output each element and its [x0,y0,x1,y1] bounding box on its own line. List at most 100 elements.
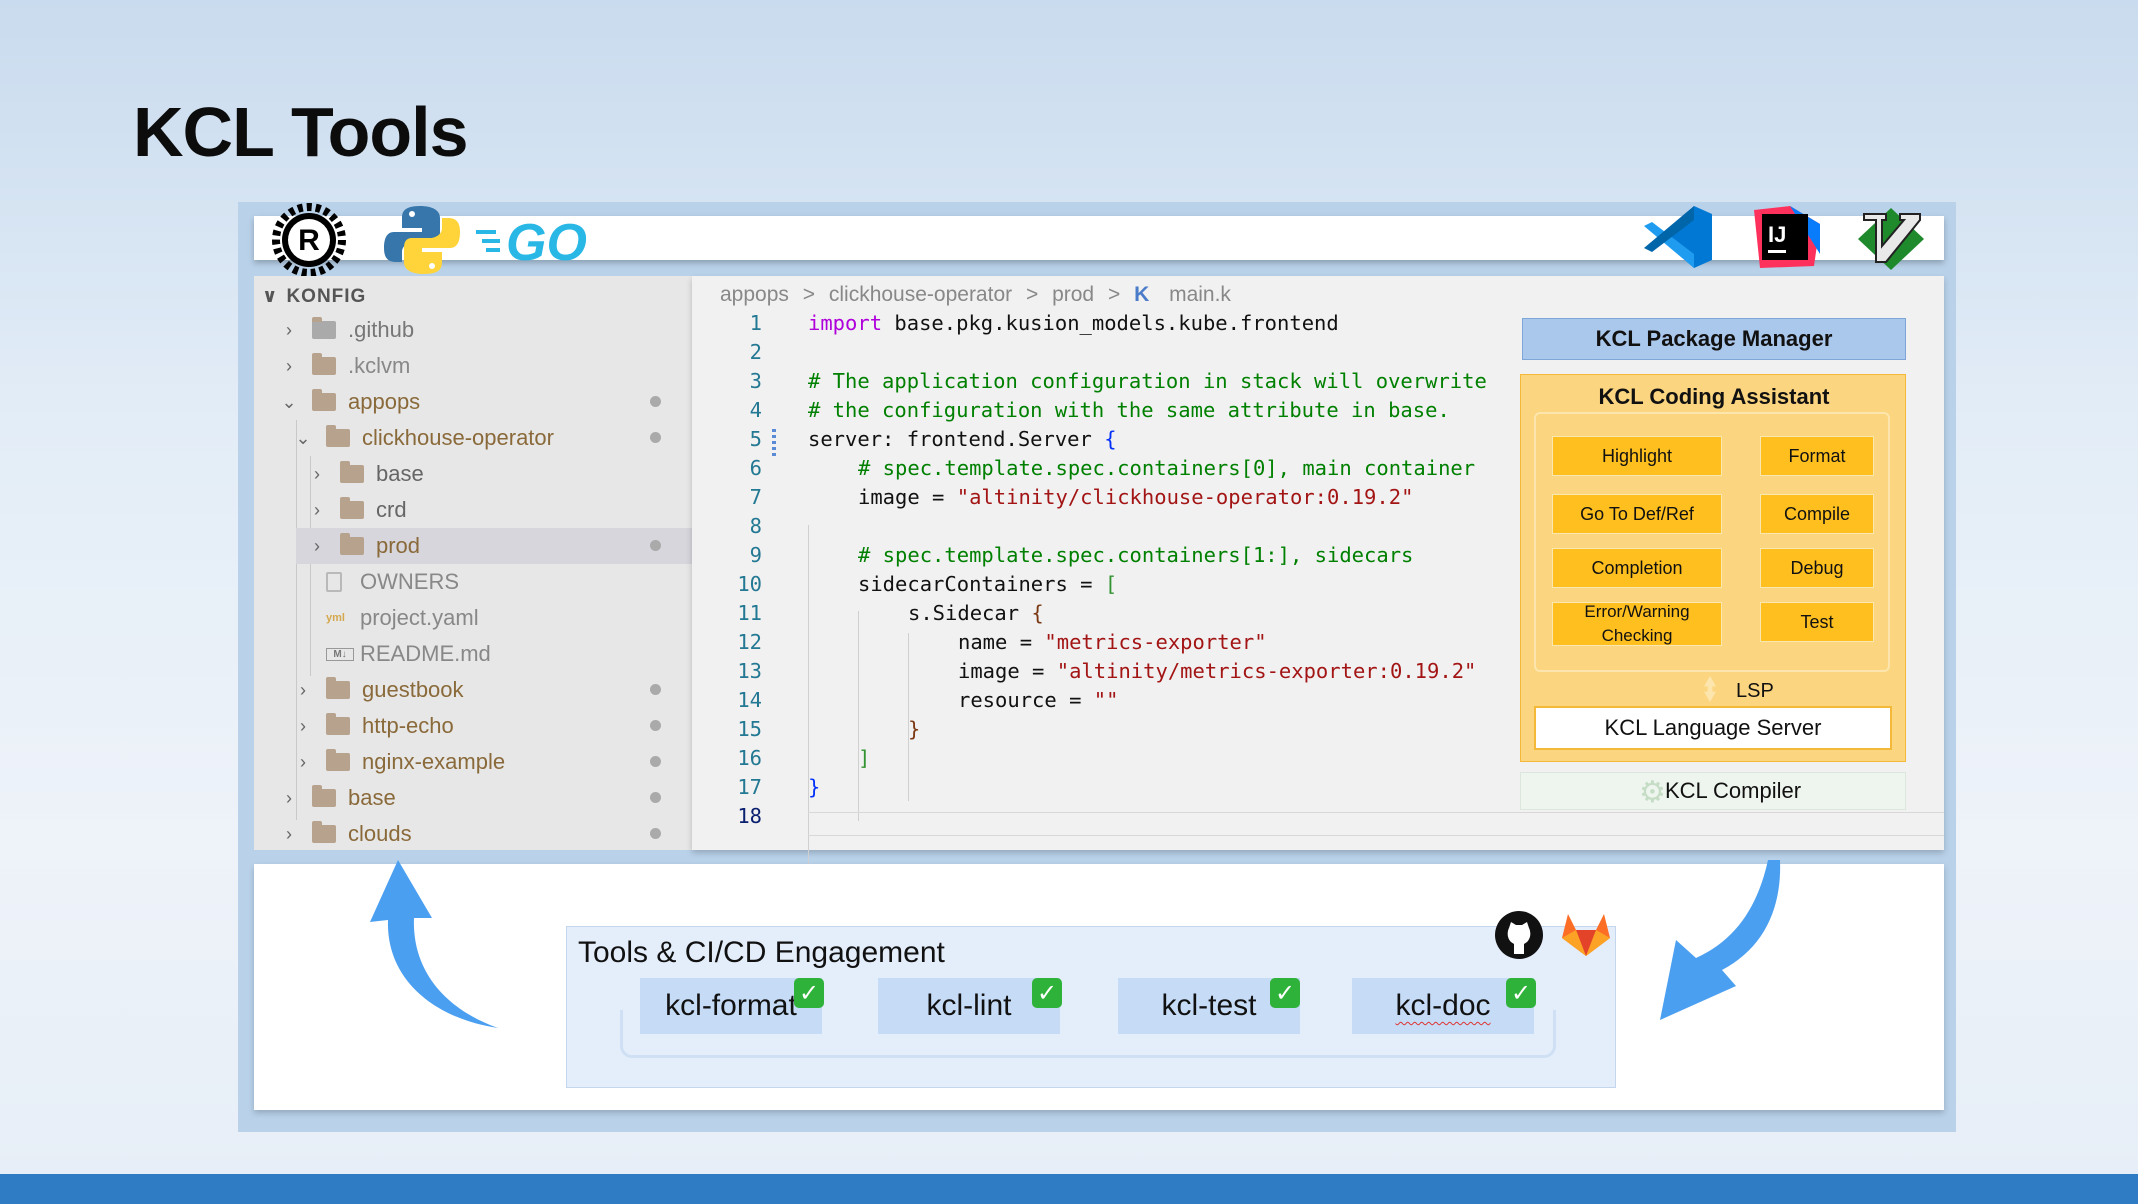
modified-indicator [650,756,661,767]
modified-indicator [650,828,661,839]
folder-icon [340,533,364,555]
line-number: 8 [749,514,762,538]
line-number: 1 [749,311,762,335]
code-line: # spec.template.spec.containers[1:], sid… [858,543,1414,567]
current-line-highlight [808,812,1944,836]
code-line: ] [858,746,871,770]
feature-error-checking: Error/Warning Checking [1552,602,1722,646]
coding-assistant-title: KCL Coding Assistant [1598,384,1830,409]
go-icon: GO [476,212,610,272]
chevron-right-icon: › [314,463,320,484]
feature-go-to-def: Go To Def/Ref [1552,494,1722,534]
python-icon [382,204,462,276]
line-number: 11 [737,601,762,625]
folder-icon [312,317,336,339]
markdown-file-icon: M↓ [326,647,354,661]
code-line: sidecarContainers = [ [858,572,1118,596]
folder-open-icon [312,389,336,411]
intellij-icon: IJ [1750,204,1822,270]
line-number: 16 [737,746,762,770]
breadcrumb-separator: > [802,283,816,306]
chevron-right-icon: › [300,679,306,700]
code-line: } [908,717,921,741]
github-icon [1494,910,1544,960]
line-number: 17 [737,775,762,799]
file-icon [326,572,342,592]
feature-completion: Completion [1552,548,1722,588]
line-number: 10 [737,572,762,596]
explorer-item-guestbook[interactable]: › guestbook [294,672,680,708]
breadcrumb-separator: > [1025,283,1039,306]
code-line: image = "altinity/clickhouse-operator:0.… [858,485,1414,509]
compiler-box: ⚙ KCL Compiler [1520,772,1906,810]
package-manager-box: KCL Package Manager [1522,318,1906,360]
explorer-item-clouds[interactable]: › clouds [280,816,680,852]
modified-indicator [650,540,661,551]
rust-icon: R [272,203,346,277]
chevron-right-icon: › [314,499,320,520]
gear-icon: ⚙ [1639,776,1666,809]
check-icon: ✓ [1032,978,1062,1008]
chevron-right-icon: › [286,823,292,844]
explorer-item-github[interactable]: › .github [280,312,680,348]
vscode-icon [1642,204,1714,270]
breadcrumb-item[interactable]: prod [1052,283,1094,306]
modified-indicator [650,720,661,731]
explorer-item-http-echo[interactable]: › http-echo [294,708,680,744]
explorer-item-nginx-example[interactable]: › nginx-example [294,744,680,780]
explorer-item-owners[interactable]: OWNERS [308,564,680,600]
lsp-label: LSP [1736,680,1774,702]
explorer-item-crd[interactable]: › crd [308,492,680,528]
explorer-item-project-yaml[interactable]: yml project.yaml [308,600,680,636]
svg-text:GO: GO [506,214,587,266]
explorer-item-clickhouse-operator[interactable]: ⌄ clickhouse-operator [294,420,680,456]
folder-icon [326,713,350,735]
modified-indicator [650,432,661,443]
yaml-file-icon: yml [326,612,345,624]
svg-text:R: R [298,224,320,257]
line-number: 12 [737,630,762,654]
modified-indicator [650,396,661,407]
gitlab-icon [1560,910,1612,958]
folder-icon [312,353,336,375]
line-number: 13 [737,659,762,683]
modified-indicator [650,684,661,695]
breadcrumb-item[interactable]: clickhouse-operator [829,283,1012,306]
explorer-item-readme[interactable]: M↓ README.md [308,636,680,672]
explorer-header[interactable]: ∨ KONFIG [262,285,366,308]
footer-bar [0,1174,2138,1204]
feature-format: Format [1760,436,1874,476]
explorer-item-base[interactable]: › base [308,456,680,492]
explorer-item-kclvm[interactable]: › .kclvm [280,348,680,384]
explorer-item-appops[interactable]: ⌄ appops [280,384,680,420]
chevron-down-icon: ⌄ [281,391,297,412]
feature-highlight: Highlight [1552,436,1722,476]
folder-icon [312,785,336,807]
line-number: 9 [749,543,762,567]
chevron-down-icon: ⌄ [295,427,311,448]
line-number: 6 [749,456,762,480]
folder-icon [340,497,364,519]
code-line: } [808,775,821,799]
folder-open-icon [326,425,350,447]
code-line: # the configuration with the same attrib… [808,398,1450,422]
chevron-right-icon: › [300,751,306,772]
slide-title: KCL Tools [133,93,469,171]
kcl-file-icon: K [1134,283,1150,306]
explorer-item-prod[interactable]: › prod [296,528,692,564]
folder-icon [312,821,336,843]
vim-icon [1856,206,1926,272]
svg-text:IJ: IJ [1768,222,1786,247]
breadcrumb-separator: > [1107,283,1121,306]
code-line: image = "altinity/metrics-exporter:0.19.… [958,659,1477,683]
chevron-right-icon: › [300,715,306,736]
line-number: 18 [737,804,762,828]
explorer-item-base-root[interactable]: › base [280,780,680,816]
line-number: 4 [749,398,762,422]
line-number: 7 [749,485,762,509]
check-icon: ✓ [794,978,824,1008]
breadcrumb-item[interactable]: main.k [1169,283,1231,306]
folder-icon [326,749,350,771]
curved-arrow-down-icon [1656,858,1786,1022]
breadcrumb-item[interactable]: appops [720,283,789,306]
